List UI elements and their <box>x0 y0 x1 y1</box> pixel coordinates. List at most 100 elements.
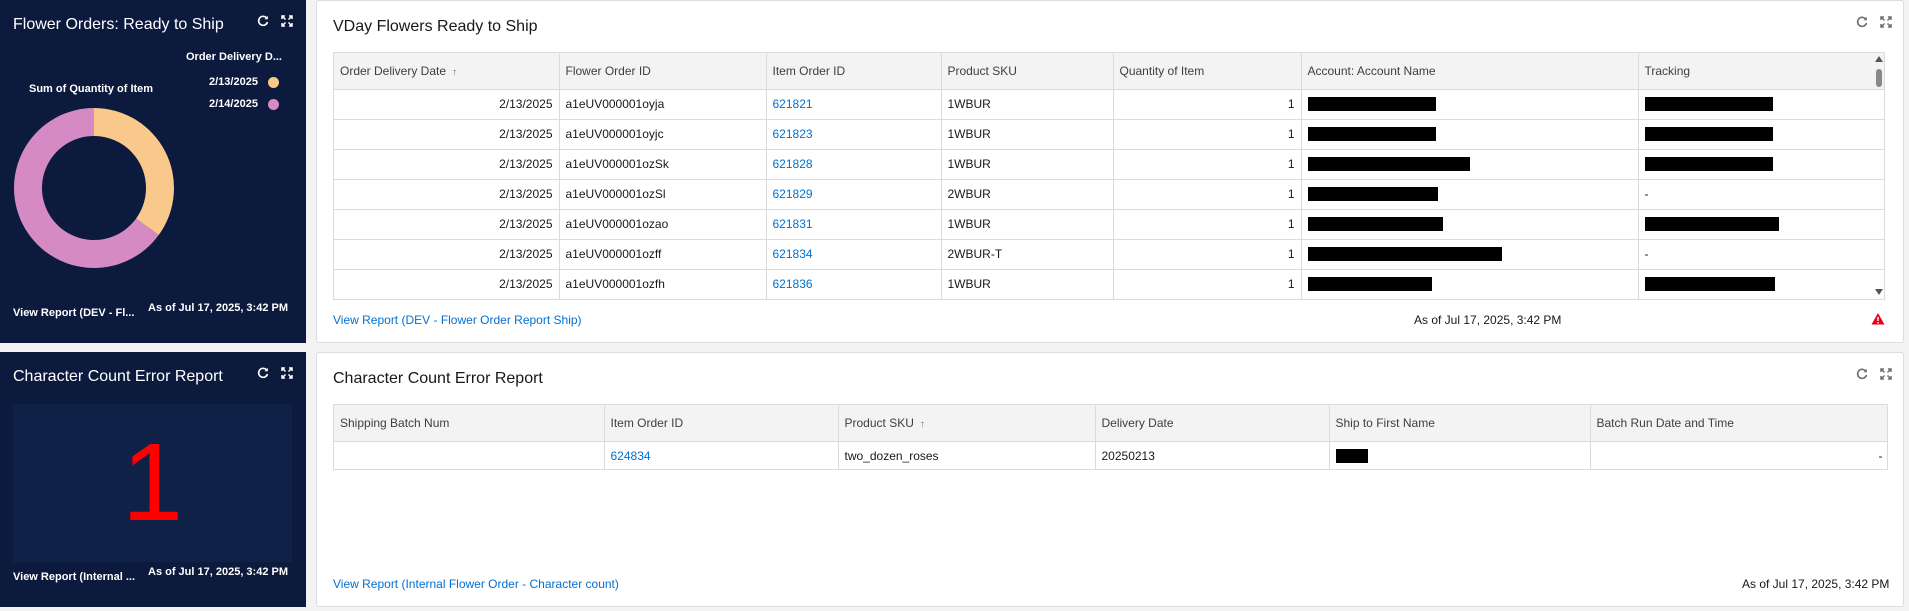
table-container[interactable]: Shipping Batch Num Item Order ID Product… <box>333 404 1888 470</box>
legend-item-2: 2/14/2025 <box>209 98 279 110</box>
as-of-timestamp: As of Jul 17, 2025, 3:42 PM <box>1414 313 1562 327</box>
donut-slice-2-13-2025[interactable] <box>94 108 175 236</box>
item-order-id-cell[interactable]: 621836 <box>766 269 942 299</box>
legend-swatch <box>267 98 279 110</box>
item-order-link[interactable]: 621831 <box>773 217 813 231</box>
product-sku-cell: 1WBUR <box>941 209 1114 240</box>
view-report-link[interactable]: View Report (Internal ... <box>13 571 143 583</box>
item-order-link[interactable]: 621836 <box>773 277 813 291</box>
as-of-timestamp: As of Jul 17, 2025, 3:42 PM <box>148 566 289 578</box>
column-header[interactable]: Ship to First Name <box>1329 405 1591 442</box>
account-name-cell <box>1301 149 1639 180</box>
item-order-id-cell[interactable]: 621831 <box>766 209 942 240</box>
redacted-block <box>1644 277 1775 292</box>
account-name-cell <box>1301 209 1639 240</box>
column-header[interactable]: Item Order ID <box>766 53 942 90</box>
refresh-icon[interactable] <box>256 14 270 28</box>
as-of-timestamp: As of Jul 17, 2025, 3:42 PM <box>148 302 289 314</box>
refresh-icon[interactable] <box>256 366 270 380</box>
redacted-block <box>1644 127 1773 142</box>
legend-label: 2/14/2025 <box>209 98 258 110</box>
tracking-cell <box>1638 119 1884 150</box>
legend-label: 2/13/2025 <box>209 76 258 88</box>
quantity-cell: 1 <box>1113 269 1302 299</box>
table-row: 2/13/2025 a1eUV000001ozSk 621828 1WBUR 1 <box>334 149 1884 180</box>
item-order-id-cell[interactable]: 621834 <box>766 239 942 270</box>
item-order-link[interactable]: 621821 <box>773 97 813 111</box>
product-sku-cell: two_dozen_roses <box>838 441 1096 469</box>
redacted-block <box>1307 187 1438 202</box>
item-order-link[interactable]: 621829 <box>773 187 813 201</box>
table-row: 2/13/2025 a1eUV000001ozfh 621836 1WBUR 1 <box>334 269 1884 299</box>
quantity-cell: 1 <box>1113 179 1302 210</box>
tracking-cell <box>1638 269 1884 299</box>
account-name-cell <box>1301 239 1639 270</box>
donut-chart <box>14 108 175 268</box>
account-name-cell <box>1301 269 1639 299</box>
redacted-block <box>1307 127 1436 142</box>
tracking-cell <box>1638 209 1884 240</box>
table-container[interactable]: Order Delivery Date ↑ Flower Order ID Ite… <box>333 52 1885 300</box>
delivery-date-cell: 2/13/2025 <box>334 209 560 240</box>
item-order-id-cell[interactable]: 621821 <box>766 89 942 120</box>
column-header[interactable]: Order Delivery Date ↑ <box>334 53 560 90</box>
expand-icon[interactable] <box>1879 15 1893 29</box>
view-report-link[interactable]: View Report (DEV - Fl... <box>13 307 143 319</box>
item-order-id-cell[interactable]: 621829 <box>766 179 942 210</box>
expand-icon[interactable] <box>1879 367 1893 381</box>
item-order-link[interactable]: 621834 <box>773 247 813 261</box>
column-header[interactable]: Shipping Batch Num <box>334 405 605 442</box>
item-order-id-cell[interactable]: 621823 <box>766 119 942 150</box>
delivery-date-cell: 2/13/2025 <box>334 269 560 299</box>
column-header[interactable]: Quantity of Item <box>1113 53 1302 90</box>
vertical-scrollbar[interactable] <box>1874 53 1884 299</box>
column-header[interactable]: Item Order ID <box>604 405 839 442</box>
column-header[interactable]: Batch Run Date and Time <box>1590 405 1887 442</box>
column-header[interactable]: Product SKU <box>941 53 1114 90</box>
item-order-link[interactable]: 624834 <box>611 449 651 463</box>
sort-ascending-icon[interactable]: ↑ <box>920 419 925 430</box>
delivery-date-cell: 2/13/2025 <box>334 149 560 180</box>
quantity-cell: 1 <box>1113 119 1302 150</box>
expand-icon[interactable] <box>280 366 294 380</box>
as-of-timestamp: As of Jul 17, 2025, 3:42 PM <box>1742 577 1890 591</box>
flower-order-id-cell: a1eUV000001oyjc <box>559 119 767 150</box>
refresh-icon[interactable] <box>1855 367 1869 381</box>
flower-order-id-cell: a1eUV000001ozSk <box>559 149 767 180</box>
ship-to-first-name-cell <box>1329 441 1591 469</box>
redacted-block <box>1644 97 1773 112</box>
table-row: 2/13/2025 a1eUV000001ozSl 621829 2WBUR 1… <box>334 179 1884 210</box>
metric-box: 1 <box>13 404 292 562</box>
redacted-block <box>1335 449 1368 464</box>
refresh-icon[interactable] <box>1855 15 1869 29</box>
item-order-id-cell[interactable]: 621828 <box>766 149 942 180</box>
view-report-link[interactable]: View Report (Internal Flower Order - Cha… <box>333 577 619 591</box>
sort-ascending-icon[interactable]: ↑ <box>452 67 457 78</box>
delivery-date-cell: 2/13/2025 <box>334 119 560 150</box>
product-sku-cell: 1WBUR <box>941 269 1114 299</box>
quantity-cell: 1 <box>1113 89 1302 120</box>
warning-icon[interactable] <box>1871 312 1885 326</box>
product-sku-cell: 2WBUR-T <box>941 239 1114 270</box>
redacted-block <box>1644 217 1779 232</box>
column-header[interactable]: Account: Account Name <box>1301 53 1639 90</box>
item-order-id-cell[interactable]: 624834 <box>604 441 839 469</box>
item-order-link[interactable]: 621823 <box>773 127 813 141</box>
table-header-row: Shipping Batch Num Item Order ID Product… <box>334 405 1887 442</box>
flower-order-id-cell: a1eUV000001ozfh <box>559 269 767 299</box>
column-header[interactable]: Tracking <box>1638 53 1884 90</box>
quantity-cell: 1 <box>1113 149 1302 180</box>
expand-icon[interactable] <box>280 14 294 28</box>
column-header[interactable]: Product SKU ↑ <box>838 405 1096 442</box>
flower-orders-tile: Flower Orders: Ready to Ship Order Deliv… <box>0 0 306 343</box>
column-header[interactable]: Delivery Date <box>1095 405 1330 442</box>
view-report-link[interactable]: View Report (DEV - Flower Order Report S… <box>333 313 582 327</box>
flower-order-id-cell: a1eUV000001ozff <box>559 239 767 270</box>
product-sku-cell: 1WBUR <box>941 89 1114 120</box>
panel-title: VDay Flowers Ready to Ship <box>333 18 538 35</box>
column-header[interactable]: Flower Order ID <box>559 53 767 90</box>
item-order-link[interactable]: 621828 <box>773 157 813 171</box>
product-sku-cell: 2WBUR <box>941 179 1114 210</box>
delivery-date-cell: 2/13/2025 <box>334 239 560 270</box>
batch-run-date-cell: - <box>1590 441 1887 469</box>
